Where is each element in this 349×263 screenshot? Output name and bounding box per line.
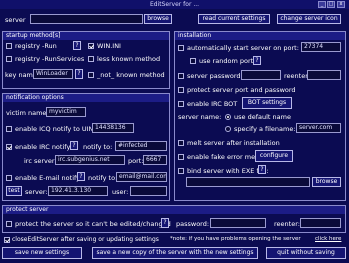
read-settings-button[interactable]: read current settings <box>198 14 270 24</box>
registry-runservices-checkbox[interactable] <box>6 56 12 62</box>
email-notify-label: enable E-mail notify <box>15 174 81 182</box>
smtp-server-label: server: <box>25 188 48 196</box>
protect-port-label: protect server port and password <box>187 86 296 94</box>
irc-bot-checkbox[interactable] <box>178 101 184 107</box>
save-new-settings-button[interactable]: save new settings <box>2 247 82 259</box>
protect-server-group: protect server <box>2 205 346 233</box>
melt-server-checkbox[interactable] <box>178 140 184 146</box>
bind-exe-checkbox[interactable] <box>178 168 184 174</box>
email-address-input[interactable]: email@mail.com <box>116 172 167 182</box>
registry-runservices-label: registry -RunServices <box>15 55 85 63</box>
irc-notify-checkbox[interactable] <box>6 144 12 150</box>
notification-group-title: notification options <box>3 94 169 102</box>
random-port-label: use random port <box>199 57 254 65</box>
not-known-label: _not_ known method <box>97 71 165 79</box>
melt-server-label: melt server after installation <box>187 139 280 147</box>
startup-help-button[interactable]: ? <box>73 41 81 50</box>
smtp-user-label: user: <box>112 188 129 196</box>
protect-password-input[interactable] <box>210 218 266 228</box>
smtp-server-input[interactable]: 192.41.3.130 <box>48 186 108 196</box>
bind-exe-label: bind server with EXE file: <box>187 167 269 175</box>
bind-exe-input[interactable] <box>186 177 310 187</box>
server-password-input[interactable] <box>241 70 281 80</box>
irc-port-label: port: <box>128 157 144 165</box>
change-icon-button[interactable]: change server icon <box>277 14 341 24</box>
irc-bot-label: enable IRC BOT <box>187 100 238 108</box>
bot-settings-button[interactable]: BOT settings <box>242 97 292 109</box>
irc-notify-to-label: notify to: <box>83 143 113 151</box>
icq-uin-input[interactable]: 14438136 <box>92 123 134 133</box>
irc-port-input[interactable]: 6667 <box>143 155 167 165</box>
problems-note: *note: if you have problems opening the … <box>170 236 301 242</box>
editserver-window: EditServer for ... _ □ x server browse r… <box>0 0 349 263</box>
installation-group-title: installation <box>175 32 345 40</box>
server-label: server <box>5 16 26 24</box>
save-new-copy-button[interactable]: save a new copy of the server with the n… <box>92 247 258 259</box>
configure-button[interactable]: configure <box>255 150 293 162</box>
server-reenter-input[interactable] <box>307 70 341 80</box>
irc-notify-label: enable IRC notify <box>15 143 71 151</box>
close-after-save-label: closeEditServer after saving or updating… <box>12 236 159 243</box>
win-ini-label: WIN.INI <box>97 42 121 50</box>
key-name-help-button[interactable]: ? <box>75 69 83 79</box>
random-port-checkbox[interactable] <box>190 58 196 64</box>
close-after-save-checkbox[interactable] <box>4 237 10 243</box>
title-bar: EditServer for ... _ □ x <box>0 0 349 9</box>
specify-filename-label: specify a filename: <box>234 125 296 133</box>
close-button[interactable]: x <box>337 1 345 8</box>
startup-group-title: startup method[s] <box>3 32 169 40</box>
registry-run-label: registry -Run <box>15 42 57 50</box>
not-known-checkbox[interactable] <box>88 72 94 78</box>
email-notify-to-label: notify to: <box>88 174 118 182</box>
protect-server-group-title: protect server <box>3 206 345 214</box>
protect-reenter-input[interactable] <box>300 218 341 228</box>
specify-filename-radio[interactable] <box>225 126 231 132</box>
email-help-button[interactable]: ? <box>77 172 85 181</box>
protect-server-checkbox[interactable] <box>6 221 12 227</box>
icq-notify-checkbox[interactable] <box>6 126 12 132</box>
browse-server-button[interactable]: browse <box>144 14 172 24</box>
auto-start-checkbox[interactable] <box>178 45 184 51</box>
irc-server-input[interactable]: irc.subgenius.net <box>55 155 125 165</box>
fake-error-checkbox[interactable] <box>178 154 184 160</box>
random-port-help-button[interactable]: ? <box>253 56 261 65</box>
protect-help-button[interactable]: ? <box>161 218 169 228</box>
window-title: EditServer for ... <box>149 1 200 8</box>
quit-without-saving-button[interactable]: quit without saving <box>266 247 346 259</box>
icq-notify-label: enable ICQ notify to UIN: <box>15 125 96 133</box>
registry-run-checkbox[interactable] <box>6 43 12 49</box>
maximize-button[interactable]: □ <box>327 1 335 8</box>
protect-reenter-label: reenter: <box>274 220 300 228</box>
irc-server-label: irc server: <box>24 157 57 165</box>
protect-password-label: password: <box>176 220 210 228</box>
click-here-link[interactable]: click here <box>315 236 341 242</box>
less-known-label: less known method <box>97 55 161 63</box>
protect-port-checkbox[interactable] <box>178 87 184 93</box>
email-notify-checkbox[interactable] <box>6 175 12 181</box>
server-name-label: server name: <box>178 113 222 121</box>
victim-name-input[interactable]: myvictim <box>46 107 86 117</box>
auto-start-label: automatically start server on port: <box>187 44 299 52</box>
minimize-button[interactable]: _ <box>318 1 326 8</box>
bind-exe-help-button[interactable]: ? <box>258 165 266 174</box>
test-email-button[interactable]: test <box>6 186 22 196</box>
server-password-label: server password: <box>187 72 243 80</box>
server-path-input[interactable] <box>30 14 143 24</box>
less-known-checkbox[interactable] <box>88 56 94 62</box>
default-name-radio[interactable] <box>225 114 231 120</box>
irc-channel-input[interactable]: #infected <box>115 141 167 151</box>
smtp-user-input[interactable] <box>130 186 167 196</box>
bind-browse-button[interactable]: browse <box>312 177 341 187</box>
irc-help-button[interactable]: ? <box>70 141 78 150</box>
victim-name-label: victim name: <box>6 109 49 117</box>
server-port-input[interactable]: 27374 <box>301 42 341 52</box>
key-name-input[interactable]: WinLoader <box>33 69 73 79</box>
win-ini-checkbox[interactable] <box>88 43 94 49</box>
filename-input[interactable]: server.com <box>296 123 341 133</box>
protect-server-label: protect the server so it can't be edited… <box>15 220 171 228</box>
default-name-label: use default name <box>234 113 291 121</box>
server-password-checkbox[interactable] <box>178 73 184 79</box>
